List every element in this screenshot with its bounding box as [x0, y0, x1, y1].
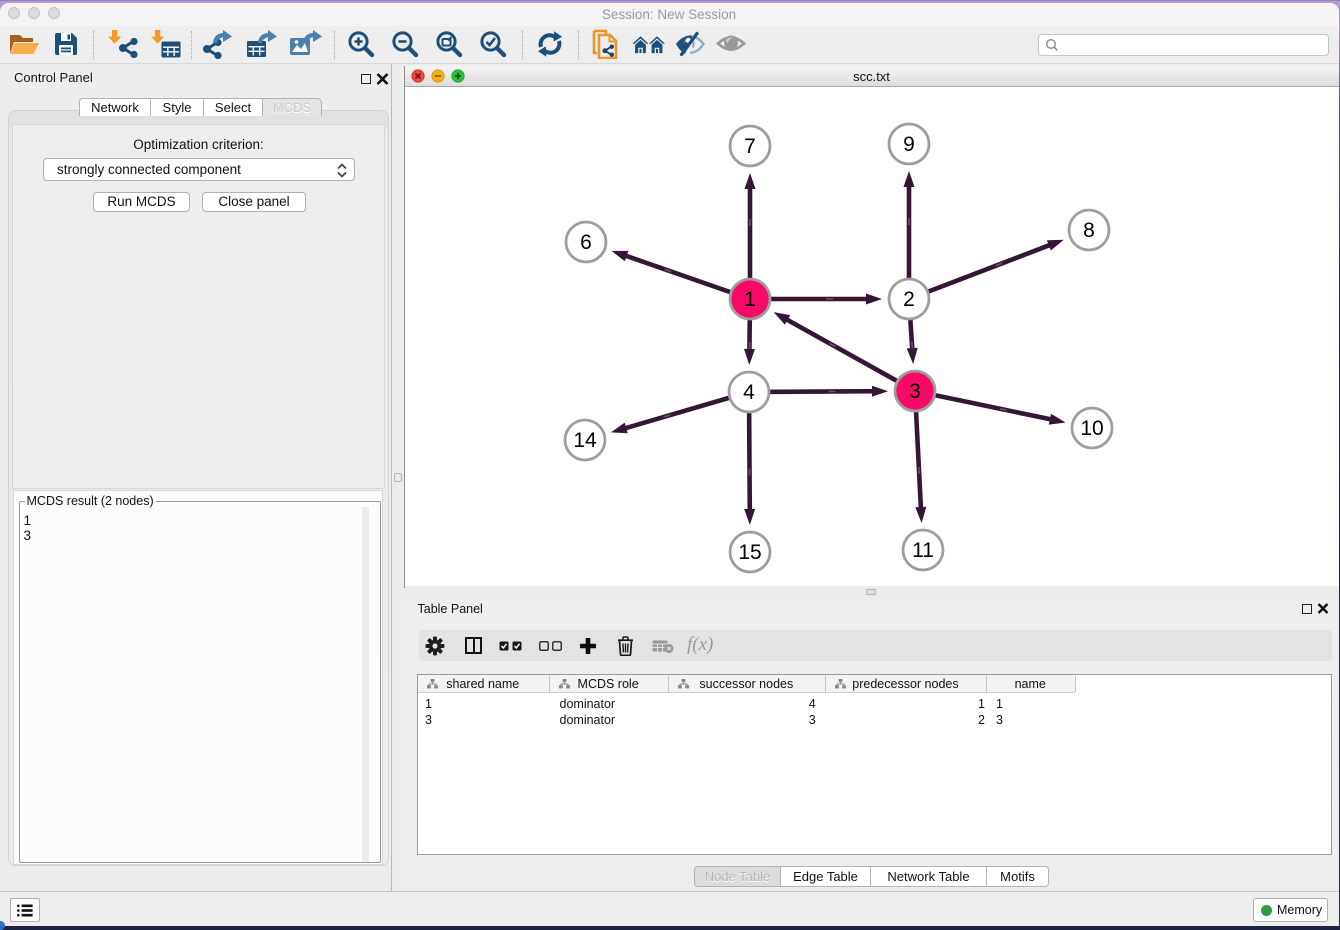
svg-text:15: 15 [738, 541, 761, 564]
svg-text:4: 4 [743, 381, 755, 404]
svg-text:14: 14 [573, 429, 597, 452]
svg-text:11: 11 [912, 539, 934, 562]
svg-text:2: 2 [903, 288, 915, 311]
svg-text:6: 6 [580, 231, 592, 254]
svg-text:9: 9 [903, 133, 915, 156]
svg-text:3: 3 [909, 380, 921, 403]
svg-text:7: 7 [744, 135, 756, 158]
svg-text:8: 8 [1083, 219, 1095, 242]
svg-text:1: 1 [744, 288, 756, 311]
svg-text:10: 10 [1080, 417, 1103, 440]
